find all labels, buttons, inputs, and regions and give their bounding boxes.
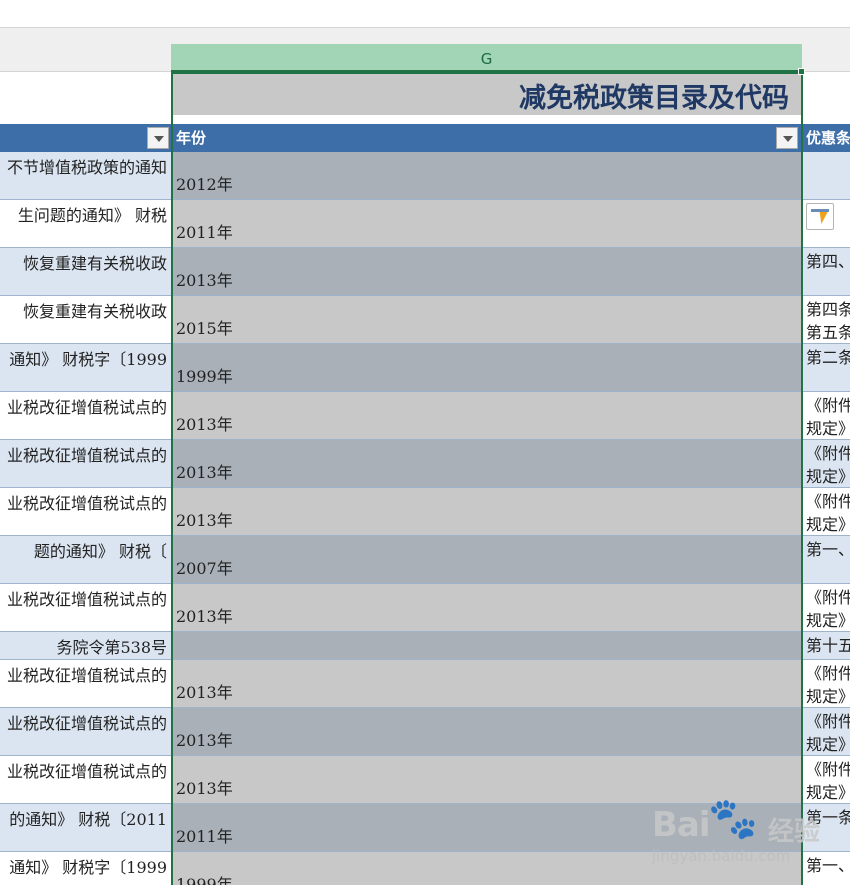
table-row: 通知》 财税字〔1999 1999年 第一、 (0, 852, 850, 885)
year-cell[interactable]: 1999年 (172, 852, 801, 885)
clause-cell[interactable]: 《附件 规定》 (803, 392, 850, 439)
clause-cell[interactable] (803, 152, 850, 199)
clause-cell[interactable]: 第四、 (803, 248, 850, 295)
clause-cell[interactable]: 《附件 规定》 (803, 708, 850, 755)
year-cell[interactable]: 2012年 (172, 152, 801, 199)
table-row: 业税改征增值税试点的 2013年 《附件 规定》 (0, 488, 850, 536)
year-cell[interactable]: 2013年 (172, 756, 801, 803)
table-row: 业税改征增值税试点的 2013年 《附件 规定》 (0, 392, 850, 440)
policy-name-cell[interactable]: 题的通知》 财税〔 (0, 536, 171, 583)
fill-handle[interactable] (798, 68, 805, 75)
lightning-icon (816, 212, 828, 224)
policy-name-cell[interactable]: 通知》 财税字〔1999 (0, 852, 171, 885)
formula-bar-area (0, 0, 850, 28)
table-row: 题的通知》 财税〔 2007年 第一、 (0, 536, 850, 584)
year-cell[interactable]: 2013年 (172, 392, 801, 439)
policy-name-cell[interactable]: 务院令第538号 (0, 632, 171, 659)
title-cell[interactable]: 减免税政策目录及代码 (172, 73, 801, 115)
policy-name-cell[interactable]: 业税改征增值税试点的 (0, 584, 171, 631)
year-cell[interactable] (172, 632, 801, 659)
policy-name-cell[interactable]: 通知》 财税字〔1999 (0, 344, 171, 391)
table-header-row: 年份 优惠条 (0, 124, 850, 152)
header-year-label: 年份 (176, 129, 207, 147)
year-cell[interactable]: 1999年 (172, 344, 801, 391)
policy-name-cell[interactable]: 业税改征增值税试点的 (0, 708, 171, 755)
table-row: 的通知》 财税〔2011 2011年 第一条 (0, 804, 850, 852)
policy-name-cell[interactable]: 业税改征增值税试点的 (0, 392, 171, 439)
year-cell[interactable]: 2011年 (172, 804, 801, 851)
table-row: 通知》 财税字〔1999 1999年 第二条 (0, 344, 850, 392)
year-cell[interactable]: 2013年 (172, 660, 801, 707)
quick-analysis-icon[interactable] (806, 203, 834, 230)
policy-name-cell[interactable]: 业税改征增值税试点的 (0, 660, 171, 707)
policy-name-cell[interactable]: 不节增值税政策的通知 (0, 152, 171, 199)
clause-cell[interactable]: 第一条 (803, 804, 850, 851)
policy-name-cell[interactable]: 恢复重建有关税收政 (0, 296, 171, 343)
table-row: 不节增值税政策的通知 2012年 (0, 152, 850, 200)
clause-cell[interactable]: 《附件 规定》 (803, 440, 850, 487)
policy-name-cell[interactable]: 业税改征增值税试点的 (0, 756, 171, 803)
table-row: 业税改征增值税试点的 2013年 《附件 规定》 (0, 756, 850, 804)
table-row: 恢复重建有关税收政 2013年 第四、 (0, 248, 850, 296)
clause-cell[interactable]: 第一、 (803, 536, 850, 583)
header-cell-right[interactable]: 优惠条 (803, 124, 850, 152)
table-row: 务院令第538号 第十五 (0, 632, 850, 660)
filter-dropdown-icon[interactable] (776, 127, 798, 149)
clause-cell[interactable]: 第四条 第五条 (803, 296, 850, 343)
table-row: 恢复重建有关税收政 2015年 第四条 第五条 (0, 296, 850, 344)
policy-name-cell[interactable]: 生问题的通知》 财税 (0, 200, 171, 247)
clause-cell[interactable]: 第一、 (803, 852, 850, 885)
table-row: 业税改征增值税试点的 2013年 《附件 规定》 (0, 660, 850, 708)
clause-cell[interactable]: 第二条 (803, 344, 850, 391)
header-cell-year[interactable]: 年份 (172, 124, 801, 152)
year-cell[interactable]: 2013年 (172, 488, 801, 535)
policy-name-cell[interactable]: 的通知》 财税〔2011 (0, 804, 171, 851)
table-row: 业税改征增值税试点的 2013年 《附件 规定》 (0, 584, 850, 632)
year-cell[interactable]: 2013年 (172, 248, 801, 295)
clause-cell[interactable]: 《附件 规定》 (803, 584, 850, 631)
year-cell[interactable]: 2013年 (172, 708, 801, 755)
filter-dropdown-icon[interactable] (147, 127, 169, 149)
table-row: 业税改征增值税试点的 2013年 《附件 规定》 (0, 440, 850, 488)
policy-name-cell[interactable]: 业税改征增值税试点的 (0, 440, 171, 487)
clause-cell[interactable]: 《附件 规定》 (803, 756, 850, 803)
policy-name-cell[interactable]: 业税改征增值税试点的 (0, 488, 171, 535)
table-row: 生问题的通知》 财税 2011年 (0, 200, 850, 248)
year-cell[interactable]: 2013年 (172, 440, 801, 487)
sheet-title: 减免税政策目录及代码 (519, 83, 789, 114)
policy-name-cell[interactable]: 恢复重建有关税收政 (0, 248, 171, 295)
clause-cell[interactable]: 《附件 规定》 (803, 660, 850, 707)
year-cell[interactable]: 2013年 (172, 584, 801, 631)
table-row: 业税改征增值税试点的 2013年 《附件 规定》 (0, 708, 850, 756)
year-cell[interactable]: 2011年 (172, 200, 801, 247)
year-cell[interactable]: 2007年 (172, 536, 801, 583)
year-cell[interactable]: 2015年 (172, 296, 801, 343)
clause-cell[interactable]: 《附件 规定》 (803, 488, 850, 535)
clause-cell[interactable]: 第十五 (803, 632, 850, 659)
header-cell-left[interactable] (0, 124, 171, 152)
column-header-g[interactable]: G (171, 44, 802, 72)
